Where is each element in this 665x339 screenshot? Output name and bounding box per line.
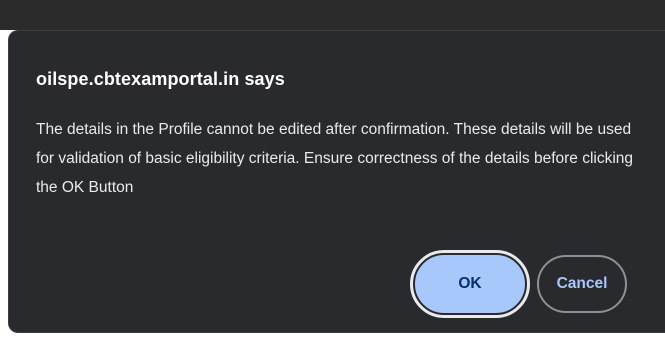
- ok-button[interactable]: OK: [410, 250, 530, 318]
- page-backdrop: [0, 0, 665, 30]
- alert-dialog: oilspe.cbtexamportal.in says The details…: [8, 30, 665, 333]
- cancel-button[interactable]: Cancel: [537, 255, 627, 313]
- dialog-message: The details in the Profile cannot be edi…: [36, 121, 634, 196]
- dialog-button-row: OK Cancel: [410, 250, 627, 318]
- dialog-title: oilspe.cbtexamportal.in says: [36, 69, 285, 89]
